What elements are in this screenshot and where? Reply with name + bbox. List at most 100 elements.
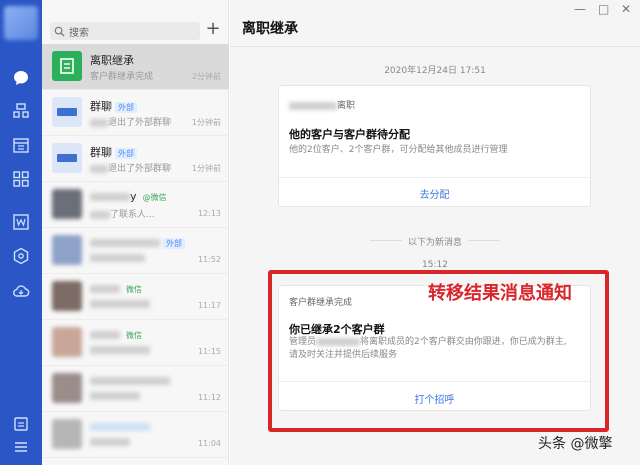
close-icon[interactable]: ✕ (621, 2, 631, 16)
wechat-tag: 微信 (126, 331, 142, 340)
list-item[interactable]: 群聊 外部 退出了外部群聊 1分钟前 (42, 136, 229, 182)
redacted-text (90, 285, 120, 293)
calendar-icon[interactable] (11, 135, 31, 155)
page-title: 离职继承 (242, 21, 298, 37)
avatar (52, 189, 82, 219)
conversation-list: 搜索 + 离职继承 客户群继承完成 2分钟前 群聊 外部 退出了外部群聊 1分钟前 (42, 0, 229, 465)
new-messages-label: 以下为新消息 (407, 238, 462, 248)
avatar (52, 419, 82, 449)
list-item[interactable]: 11:12 (42, 366, 229, 412)
redacted-text (90, 210, 110, 219)
list-item-name: 微信 (90, 282, 145, 295)
inheritance-app-icon (52, 51, 82, 81)
search-icon (54, 26, 65, 37)
message-date: 2020年12月24日 17:51 (384, 66, 486, 76)
redacted-text (90, 164, 108, 173)
cube-icon[interactable] (11, 246, 31, 266)
external-tag: 外部 (115, 148, 137, 159)
cloud-icon[interactable] (11, 281, 31, 301)
list-item-preview-text: 了联系人... (110, 210, 155, 220)
card-divider (279, 177, 592, 178)
list-item-name: 微信 (90, 328, 145, 341)
list-item-preview-text: 退出了外部群聊 (108, 118, 172, 128)
list-item-name: 外部 (90, 236, 185, 249)
list-item-time: 11:04 (197, 439, 221, 448)
apps-icon[interactable] (11, 169, 31, 189)
menu-icon[interactable] (11, 437, 31, 457)
list-item-preview (90, 345, 150, 355)
list-item-name (90, 374, 170, 387)
divider (230, 46, 640, 47)
list-item-name: y @微信 (90, 190, 170, 203)
avatar (52, 373, 82, 403)
card-header: 离职 (289, 98, 355, 111)
chat-panel: 离职继承 — □ ✕ 2020年12月24日 17:51 离职 他的客户与客户群… (230, 0, 640, 465)
list-item-name-text: 群聊 (90, 100, 112, 113)
add-button[interactable]: + (205, 19, 221, 39)
list-item-preview: 退出了外部群聊 (90, 115, 171, 128)
list-item[interactable]: 微信 11:15 (42, 320, 229, 366)
list-item-time: 1分钟前 (191, 118, 221, 127)
contacts-icon[interactable] (11, 101, 31, 121)
list-item-preview (90, 299, 150, 309)
list-item[interactable]: 群聊 外部 退出了外部群聊 1分钟前 (42, 90, 229, 136)
doc-icon[interactable] (11, 212, 31, 232)
group-avatar (52, 143, 82, 173)
message-time: 15:12 (422, 260, 448, 270)
assign-button[interactable]: 去分配 (279, 186, 590, 201)
avatar (52, 327, 82, 357)
card-description: 他的2位客户、2个客户群，可分配给其他成员进行管理 (289, 145, 508, 155)
card-heading: 他的客户与客户群待分配 (289, 128, 410, 141)
avatar (52, 235, 82, 265)
redacted-text (90, 423, 150, 431)
list-item[interactable]: 外部 11:52 (42, 228, 229, 274)
list-item[interactable]: 离职继承 客户群继承完成 2分钟前 (42, 44, 229, 90)
list-item-time: 11:12 (197, 393, 221, 402)
list-item[interactable]: 11:04 (42, 412, 229, 458)
list-item-time: 2分钟前 (191, 72, 221, 81)
list-item-preview: 退出了外部群聊 (90, 161, 171, 174)
redacted-text (90, 331, 120, 339)
list-item-name-text: y (130, 190, 137, 203)
list-item-name: 离职继承 (90, 54, 134, 67)
watermark: 头条 @微擎 (538, 436, 613, 452)
pending-assignment-card: 离职 他的客户与客户群待分配 他的2位客户、2个客户群，可分配给其他成员进行管理… (278, 85, 592, 207)
avatar (52, 281, 82, 311)
list-item-preview: 客户群继承完成 (90, 72, 154, 82)
card-header-text: 离职 (337, 101, 356, 111)
maximize-icon[interactable]: □ (598, 2, 609, 16)
list-item-time: 12:13 (197, 209, 221, 218)
chat-icon[interactable] (11, 68, 31, 88)
wechat-tag: @微信 (142, 193, 167, 202)
redacted-text (90, 299, 150, 308)
search-placeholder: 搜索 (69, 27, 89, 39)
redacted-text (90, 118, 108, 127)
divider (468, 240, 500, 241)
list-item-time: 11:17 (197, 301, 221, 310)
settings-icon[interactable] (11, 414, 31, 434)
list-item-time: 11:52 (197, 255, 221, 264)
wechat-tag: 微信 (126, 285, 142, 294)
list-item-preview-text: 退出了外部群聊 (108, 164, 172, 174)
redacted-text (90, 391, 140, 400)
list-item[interactable]: y @微信 了联系人... 12:13 (42, 182, 229, 228)
list-item-time: 11:15 (197, 347, 221, 356)
external-tag: 外部 (115, 102, 137, 113)
external-tag: 外部 (163, 238, 185, 249)
nav-rail (0, 0, 42, 465)
list-item-name: 群聊 外部 (90, 144, 137, 160)
group-avatar (52, 97, 82, 127)
search-input[interactable]: 搜索 (50, 22, 200, 40)
minimize-icon[interactable]: — (574, 2, 586, 16)
redacted-text (90, 253, 145, 262)
list-item[interactable]: 微信 11:17 (42, 274, 229, 320)
redacted-text (90, 377, 170, 385)
list-item-preview (90, 391, 140, 401)
avatar[interactable] (4, 6, 38, 40)
redacted-text (90, 437, 130, 446)
list-item-preview (90, 437, 130, 447)
list-item-name (90, 420, 150, 433)
list-item-name-text: 群聊 (90, 146, 112, 159)
redacted-text (90, 193, 130, 201)
list-item-preview: 了联系人... (90, 207, 155, 220)
